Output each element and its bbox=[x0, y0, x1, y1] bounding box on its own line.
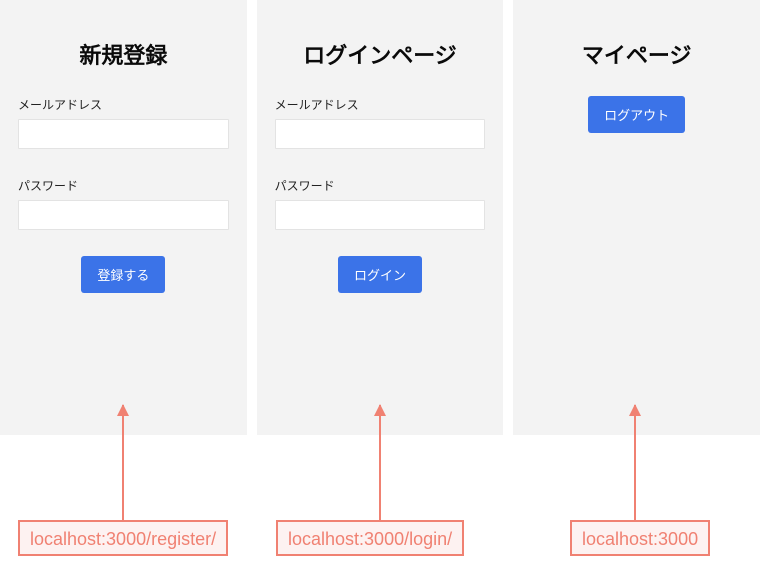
register-panel: 新規登録 メールアドレス パスワード 登録する bbox=[0, 0, 247, 435]
register-password-group: パスワード bbox=[18, 177, 229, 230]
url-label-mypage: localhost:3000 bbox=[570, 520, 710, 556]
url-label-register: localhost:3000/register/ bbox=[18, 520, 228, 556]
login-email-group: メールアドレス bbox=[275, 96, 486, 149]
register-password-input[interactable] bbox=[18, 200, 229, 230]
login-password-label: パスワード bbox=[275, 177, 486, 194]
register-email-group: メールアドレス bbox=[18, 96, 229, 149]
url-label-login: localhost:3000/login/ bbox=[276, 520, 464, 556]
login-submit-button[interactable]: ログイン bbox=[338, 256, 422, 293]
mypage-title: マイページ bbox=[531, 38, 742, 70]
login-password-group: パスワード bbox=[275, 177, 486, 230]
register-password-label: パスワード bbox=[18, 177, 229, 194]
logout-button[interactable]: ログアウト bbox=[588, 96, 685, 133]
login-panel: ログインページ メールアドレス パスワード ログイン bbox=[257, 0, 504, 435]
login-title: ログインページ bbox=[275, 38, 486, 70]
login-password-input[interactable] bbox=[275, 200, 486, 230]
login-email-input[interactable] bbox=[275, 119, 486, 149]
mypage-panel: マイページ ログアウト bbox=[513, 0, 760, 435]
register-email-input[interactable] bbox=[18, 119, 229, 149]
register-email-label: メールアドレス bbox=[18, 96, 229, 113]
login-email-label: メールアドレス bbox=[275, 96, 486, 113]
register-title: 新規登録 bbox=[18, 38, 229, 70]
register-submit-button[interactable]: 登録する bbox=[81, 256, 165, 293]
